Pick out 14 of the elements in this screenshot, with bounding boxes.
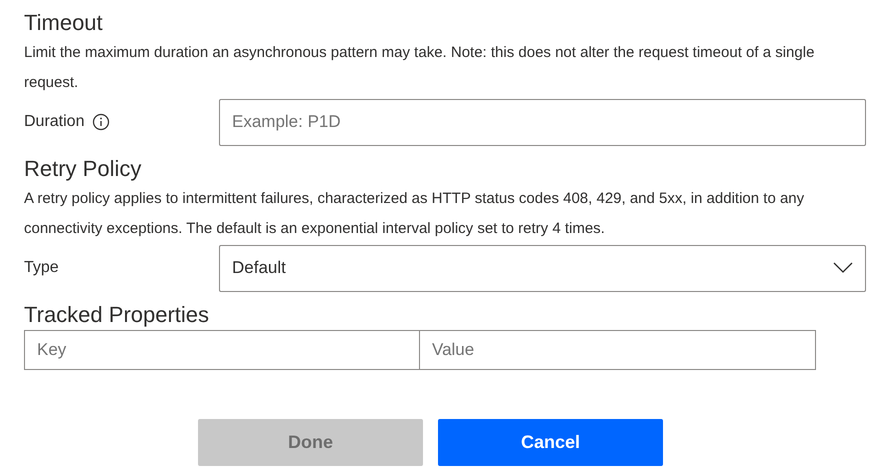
duration-field[interactable]: Example: P1D	[219, 98, 866, 146]
field-label: Type	[24, 258, 59, 278]
cancel-button[interactable]: Cancel	[438, 419, 663, 466]
section-title: Timeout	[24, 9, 104, 37]
type-dropdown[interactable]: Default	[219, 244, 866, 292]
section-title: Tracked Properties	[24, 301, 210, 329]
value-field[interactable]: Value	[420, 330, 816, 370]
info-icon	[92, 113, 110, 131]
field-label: Duration	[24, 112, 84, 132]
section-title: Retry Policy	[24, 155, 142, 183]
section-description: Limit the maximum duration an asynchronous pattern may take. Note: this does not alter the request timeout of a single request.	[24, 43, 816, 93]
key-field[interactable]: Key	[24, 330, 420, 370]
section-description: A retry policy applies to intermittent failures, characterized as HTTP status codes 408, 429, and 5xx, in addition to any connectivity exceptions. The default is an exponential interval policy set to retry 4 times.	[24, 189, 806, 239]
chevron-down-icon	[833, 262, 853, 274]
